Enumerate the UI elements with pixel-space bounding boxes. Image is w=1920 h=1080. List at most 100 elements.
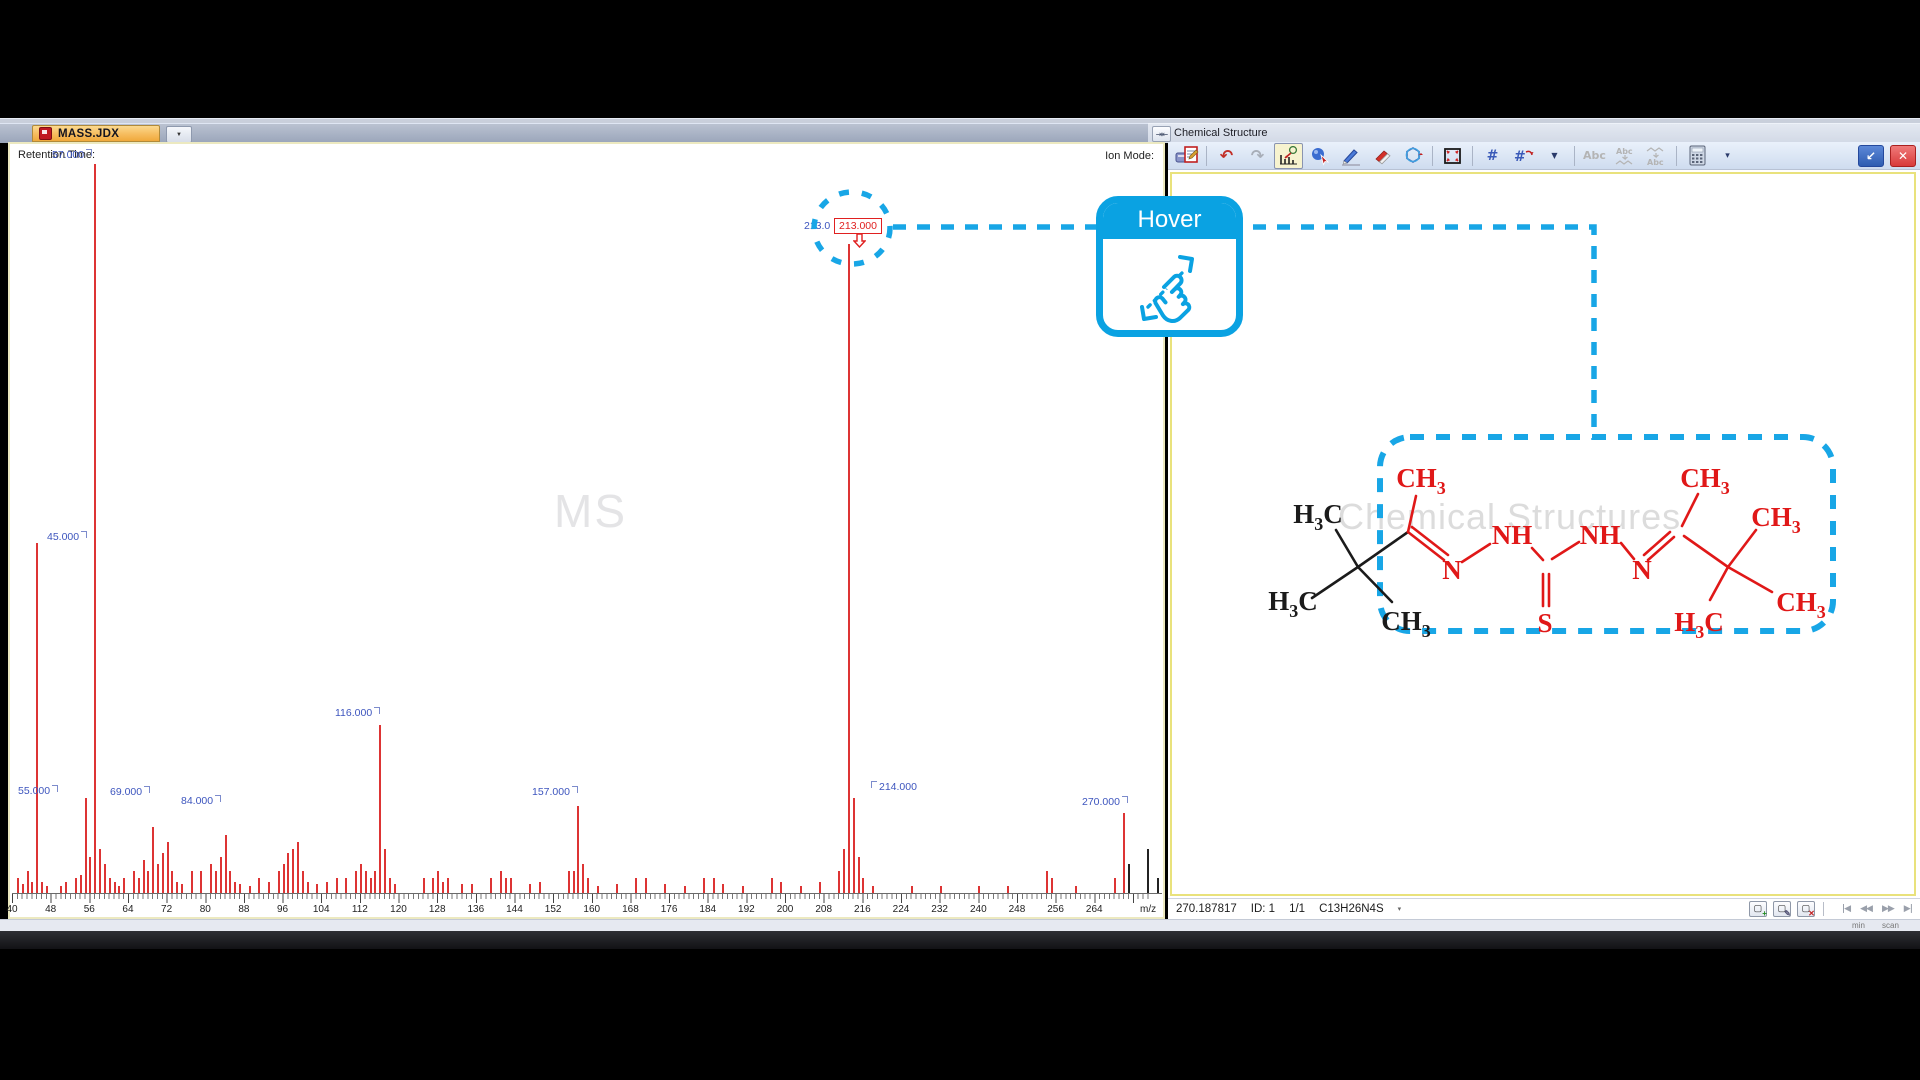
top-black-bar: [0, 0, 1920, 118]
structure-to-abc-icon[interactable]: Abc: [1642, 143, 1671, 169]
spectrum-peak: [771, 878, 773, 893]
spectrum-peak: [1147, 849, 1149, 893]
abc-label-icon[interactable]: Abc: [1580, 143, 1609, 169]
spectrum-peak: [239, 884, 241, 893]
tab-dropdown-button[interactable]: ▼: [166, 126, 192, 143]
nav-first-button[interactable]: |◀: [1842, 904, 1850, 914]
x-axis-tick-label: 152: [538, 904, 568, 915]
peak-label: 57.000: [52, 149, 92, 161]
spectrum-plot-area[interactable]: [12, 164, 1162, 893]
x-axis-tick-label: 136: [461, 904, 491, 915]
spectrum-peak: [292, 849, 294, 893]
spectrum-peak: [215, 871, 217, 893]
spectrum-peak: [911, 886, 913, 893]
spectrum-peak: [123, 878, 125, 893]
calculator-icon[interactable]: [1682, 143, 1711, 169]
pen-tool-icon[interactable]: [1336, 143, 1365, 169]
spectrum-panel[interactable]: Retention Time: Ion Mode: MS m/z 213.000…: [8, 142, 1165, 919]
report-icon[interactable]: [1172, 143, 1201, 169]
x-axis-tick-label: 240: [963, 904, 993, 915]
spectrum-peak: [65, 882, 67, 893]
structure-add-icon[interactable]: ▢+: [1749, 901, 1767, 917]
svg-text:Abc: Abc: [1647, 158, 1664, 166]
x-axis-tick-label: 200: [770, 904, 800, 915]
structure-canvas[interactable]: Chemical Structures: [1170, 172, 1916, 896]
nav-next-button[interactable]: ▶▶: [1882, 904, 1894, 914]
hash-add-icon[interactable]: #: [1509, 143, 1538, 169]
zoom-fit-icon[interactable]: [1438, 143, 1467, 169]
chemical-structure-panel: ↶↷##▼AbcAbcAbc▾↙✕ Chemical Structures 27…: [1168, 142, 1920, 919]
spectrum-peak: [978, 886, 980, 893]
spectrum-peak: [800, 886, 802, 893]
status-id-value: ID: 1: [1251, 903, 1275, 915]
x-axis-major-ticks: [12, 894, 1152, 903]
structure-delete-icon[interactable]: ▢✕: [1797, 901, 1815, 917]
hash-icon[interactable]: #: [1478, 143, 1507, 169]
spectrum-peak: [780, 882, 782, 893]
spectrum-peak: [384, 849, 386, 893]
nav-prev-button[interactable]: ◀◀: [1860, 904, 1872, 914]
undo-icon[interactable]: ↶: [1212, 143, 1241, 169]
status-more-icon[interactable]: ▾: [1398, 905, 1402, 913]
toolbar-separator: [1472, 146, 1473, 166]
mass-file-icon: [39, 127, 52, 140]
spectrum-peak: [143, 860, 145, 893]
spectrum-peak: [505, 878, 507, 893]
spectrum-peak: [582, 864, 584, 893]
pane-split-icon[interactable]: ⇥⇤: [1152, 126, 1171, 142]
atom-select-icon[interactable]: [1305, 143, 1334, 169]
spectrum-peak: [722, 884, 724, 893]
more-tools-icon[interactable]: ▾: [1713, 143, 1742, 169]
spectrum-peak: [1007, 886, 1009, 893]
spectrum-peak: [394, 884, 396, 893]
spectrum-peak: [89, 857, 91, 894]
spectrum-peak: [171, 871, 173, 893]
spectrum-peak: [152, 827, 154, 893]
spectrum-peak: [22, 884, 24, 893]
toolbar-separator: [1676, 146, 1677, 166]
spectrum-peak: [258, 878, 260, 893]
mz-axis-unit-label: m/z: [1140, 904, 1156, 915]
nav-last-button[interactable]: ▶|: [1904, 904, 1912, 914]
dock-panel-button[interactable]: ↙: [1858, 145, 1884, 167]
spectrum-peak: [249, 886, 251, 893]
spectrum-peak: [490, 878, 492, 893]
x-axis-tick-label: 64: [113, 904, 143, 915]
spectrum-peak: [471, 884, 473, 893]
spectrum-peak: [133, 871, 135, 893]
x-axis-tick-label: 248: [1002, 904, 1032, 915]
document-tab-bar: MASS.JDX ▼: [0, 123, 1148, 143]
spectrum-peak: [220, 857, 222, 894]
structure-edit-icon[interactable]: ▢✎: [1773, 901, 1791, 917]
spectrum-peak: [181, 884, 183, 893]
ring-tool-icon[interactable]: [1398, 143, 1427, 169]
chemical-structure-header: ⇥⇤ Chemical Structure: [1148, 123, 1920, 143]
peak-label: 270.000: [1082, 796, 1128, 808]
spectrum-peak: [838, 871, 840, 893]
structure-toolbar: ↶↷##▼AbcAbcAbc▾↙✕: [1168, 142, 1920, 170]
x-axis-tick-label: 168: [615, 904, 645, 915]
hovered-peak-arrow-icon: [853, 233, 866, 248]
close-panel-button[interactable]: ✕: [1890, 145, 1916, 167]
spectrum-peak: [336, 878, 338, 893]
spectrum-peak: [616, 884, 618, 893]
structure-status-bar: 270.187817 ID: 1 1/1 C13H26N4S ▾ ▢+▢✎▢✕|…: [1168, 898, 1920, 919]
peak-structure-tool-icon[interactable]: [1274, 143, 1303, 169]
x-axis-tick-label: 192: [731, 904, 761, 915]
abc-to-structure-icon[interactable]: Abc: [1611, 143, 1640, 169]
spectrum-peak: [703, 878, 705, 893]
spectrum-peak: [423, 878, 425, 893]
eraser-icon[interactable]: [1367, 143, 1396, 169]
ion-mode-label: Ion Mode:: [1105, 150, 1154, 162]
spectrum-peak: [162, 853, 164, 893]
spectrum-peak: [365, 871, 367, 893]
x-axis-tick-label: 224: [886, 904, 916, 915]
toolbar-dropdown-icon[interactable]: ▼: [1540, 143, 1569, 169]
tab-mass-jdx[interactable]: MASS.JDX: [32, 125, 160, 142]
spectrum-peak: [229, 871, 231, 893]
spectrum-peak: [1114, 878, 1116, 893]
redo-icon[interactable]: ↷: [1243, 143, 1272, 169]
spectrum-peak: [99, 849, 101, 893]
svg-text:#: #: [1514, 149, 1526, 165]
peak-label: 84.000: [181, 795, 221, 807]
